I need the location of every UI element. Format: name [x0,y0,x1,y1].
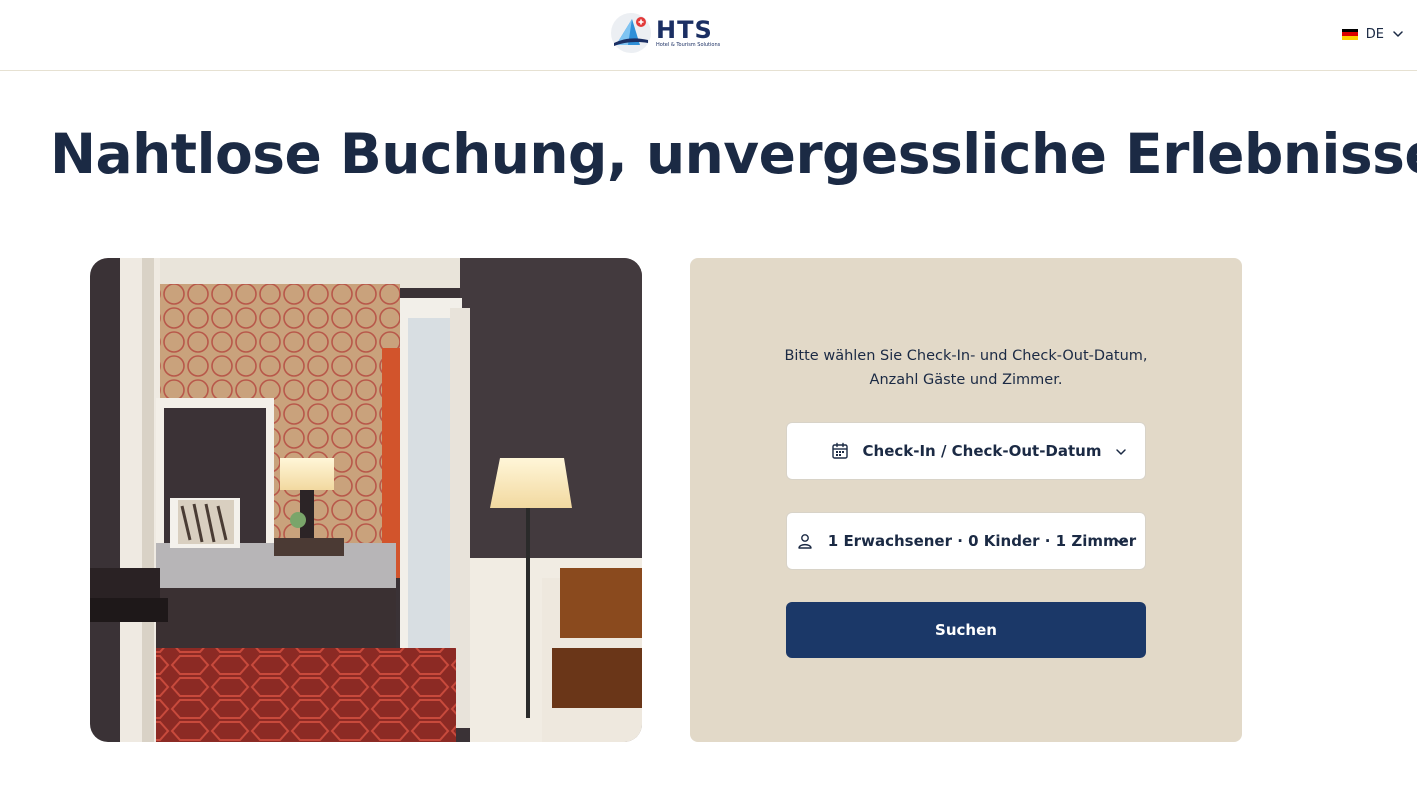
top-navigation-bar: HTS Hotel & Tourism Solutions DE [0,0,1417,71]
guests-rooms-selector[interactable]: 1 Erwachsener · 0 Kinder · 1 Zimmer [786,512,1146,570]
booking-instructions-line1: Bitte wählen Sie Check-In- und Check-Out… [784,348,1148,364]
hotel-room-photo [90,258,642,742]
chevron-down-icon [1116,449,1126,455]
chevron-down-icon [1116,539,1126,545]
date-range-label: Check-In / Check-Out-Datum [862,442,1102,460]
booking-instructions: Bitte wählen Sie Check-In- und Check-Out… [690,344,1242,392]
chevron-down-icon [1393,31,1403,37]
logo-tagline: Hotel & Tourism Solutions [656,42,721,48]
calendar-icon [831,442,848,459]
booking-panel: Bitte wählen Sie Check-In- und Check-Out… [690,258,1242,742]
hero-headline: Nahtlose Buchung, unvergessliche Erlebni… [50,122,1417,186]
hts-logo[interactable]: HTS Hotel & Tourism Solutions [610,12,720,54]
language-selector[interactable]: DE [1341,24,1404,44]
language-code: DE [1365,26,1384,42]
logo-text: HTS Hotel & Tourism Solutions [656,18,720,48]
german-flag-icon [1341,28,1358,40]
hotel-room-illustration [90,258,642,742]
booking-instructions-line2: Anzahl Gäste und Zimmer. [869,372,1063,388]
date-range-picker[interactable]: Check-In / Check-Out-Datum [786,422,1146,480]
person-icon [798,534,812,549]
search-button[interactable]: Suchen [786,602,1146,658]
hts-logo-mark [611,13,651,53]
guests-rooms-label: 1 Erwachsener · 0 Kinder · 1 Zimmer [827,532,1137,550]
flag-stripe-gold [1341,35,1358,40]
logo-wordmark: HTS [656,16,713,44]
